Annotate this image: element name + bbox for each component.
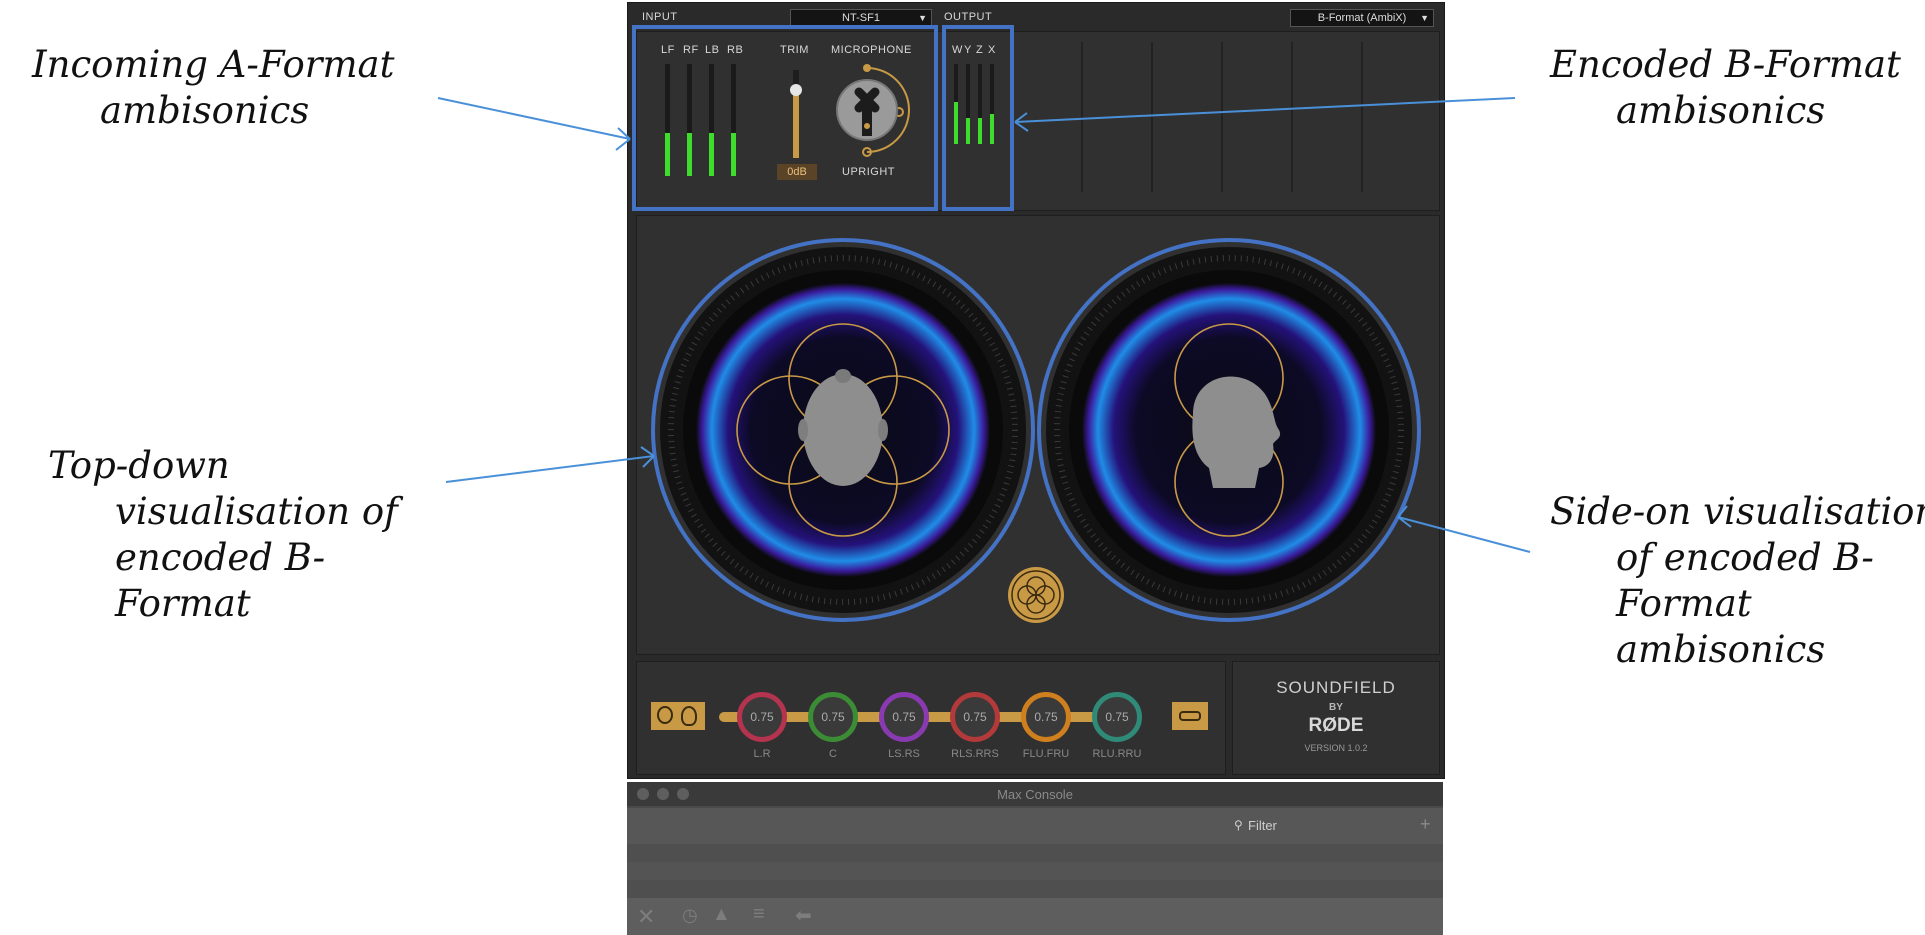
decoder-knob-panel: 0.75 L.R 0.75 C 0.75 LS.RS 0.75 RLS.RRS 0.75 FLU.…	[636, 661, 1226, 775]
decoder-knob-label: C	[829, 748, 837, 760]
annotation-line: Format	[115, 582, 251, 625]
output-select-value: B-Format (AmbiX)	[1317, 12, 1407, 24]
console-toolbar: ✕ ◷ ▲ ≡ ⬅	[627, 898, 1443, 935]
annotation-top-down: Top-down visualisation of encoded B- For…	[48, 443, 398, 627]
add-icon[interactable]: +	[1420, 814, 1431, 835]
output-label: OUTPUT	[944, 11, 993, 23]
decoder-knob[interactable]: 0.75	[737, 692, 787, 742]
decoder-knob[interactable]: 0.75	[808, 692, 858, 742]
console-title-bar: Max Console	[627, 782, 1443, 806]
console-row	[627, 862, 1443, 880]
annotation-line: Top-down	[48, 444, 230, 487]
input-highlight-box	[632, 25, 938, 211]
output-select[interactable]: B-Format (AmbiX) ▼	[1290, 9, 1434, 27]
inactive-meter	[1361, 42, 1363, 192]
annotation-line: Encoded B-Format	[1550, 43, 1901, 86]
console-filter-bar: ⚲ Filter +	[627, 808, 1443, 844]
brand-maker: RØDE	[1308, 715, 1364, 736]
output-panel: WYZX	[944, 31, 1440, 211]
decoder-knob[interactable]: 0.75	[1021, 692, 1071, 742]
input-select-value: NT-SF1	[842, 12, 880, 24]
annotation-line: ambisonics	[1616, 628, 1826, 671]
side-on-highlight-circle	[1037, 238, 1421, 622]
annotation-line: Side-on visualisation	[1550, 490, 1925, 533]
top-down-highlight-circle	[651, 238, 1035, 622]
annotation-line: Incoming A-Format	[32, 43, 395, 86]
brand-by: BY	[1329, 702, 1343, 713]
soundfield-logo-icon	[1008, 567, 1064, 623]
back-arrow-icon[interactable]: ⬅	[795, 903, 812, 928]
brand-version: VERSION 1.0.2	[1304, 743, 1368, 753]
chevron-down-icon: ▼	[918, 13, 927, 23]
annotation-a-format: Incoming A-Format ambisonics	[32, 42, 394, 134]
output-highlight-box	[942, 25, 1014, 211]
head-side-icon	[681, 706, 697, 726]
annotation-line: ambisonics	[1616, 89, 1826, 132]
decoder-knob-label: FLU.FRU	[1022, 748, 1070, 760]
annotation-line: of encoded B-	[1616, 536, 1874, 579]
close-icon[interactable]: ✕	[637, 904, 655, 930]
decoder-knob-label: RLS.RRS	[951, 748, 999, 760]
link-button[interactable]	[1172, 702, 1208, 730]
decoder-knob[interactable]: 0.75	[879, 692, 929, 742]
soundfield-logo[interactable]	[1007, 566, 1065, 624]
decoder-knob[interactable]: 0.75	[1092, 692, 1142, 742]
max-console-window: Max Console ⚲ Filter + ✕ ◷ ▲ ≡ ⬅	[627, 782, 1443, 935]
inactive-meter	[1081, 42, 1083, 192]
arrow-a-format	[437, 97, 631, 151]
annotation-line: Format	[1616, 582, 1752, 625]
clock-icon[interactable]: ◷	[682, 905, 698, 926]
inactive-meter	[1291, 42, 1293, 192]
decoder-knob-label: RLU.RRU	[1092, 748, 1142, 760]
visualiser-panel	[636, 215, 1440, 655]
link-icon	[1179, 711, 1201, 721]
warning-icon[interactable]: ▲	[712, 904, 731, 926]
brand-panel: SOUNDFIELD BY RØDE VERSION 1.0.2	[1232, 661, 1440, 775]
decoder-knob-label: L.R	[753, 748, 771, 760]
decoder-knob[interactable]: 0.75	[950, 692, 1000, 742]
console-row	[627, 880, 1443, 898]
console-row	[627, 844, 1443, 862]
input-label: INPUT	[642, 11, 678, 23]
levels-icon[interactable]: ≡	[753, 903, 765, 926]
filter-input[interactable]: Filter	[1248, 818, 1368, 833]
soundfield-plugin-window: INPUT NT-SF1 ▼ OUTPUT B-Format (AmbiX) ▼…	[627, 2, 1445, 779]
head-front-icon	[657, 706, 673, 724]
annotation-line: encoded B-	[115, 536, 326, 579]
chevron-down-icon: ▼	[1420, 13, 1429, 23]
arrow-top-down	[445, 446, 655, 483]
annotation-line: ambisonics	[100, 89, 310, 132]
inactive-meter	[1221, 42, 1223, 192]
console-title: Max Console	[997, 787, 1073, 802]
search-icon: ⚲	[1234, 818, 1243, 832]
brand-name: SOUNDFIELD	[1276, 678, 1396, 697]
annotation-line: visualisation of	[115, 490, 398, 533]
inactive-meter	[1151, 42, 1153, 192]
speaker-layout-toggle[interactable]	[651, 702, 705, 730]
decoder-knob-label: LS.RS	[888, 748, 920, 760]
annotation-b-format: Encoded B-Format ambisonics	[1550, 42, 1901, 134]
annotation-side-on: Side-on visualisation of encoded B- Form…	[1550, 489, 1925, 673]
